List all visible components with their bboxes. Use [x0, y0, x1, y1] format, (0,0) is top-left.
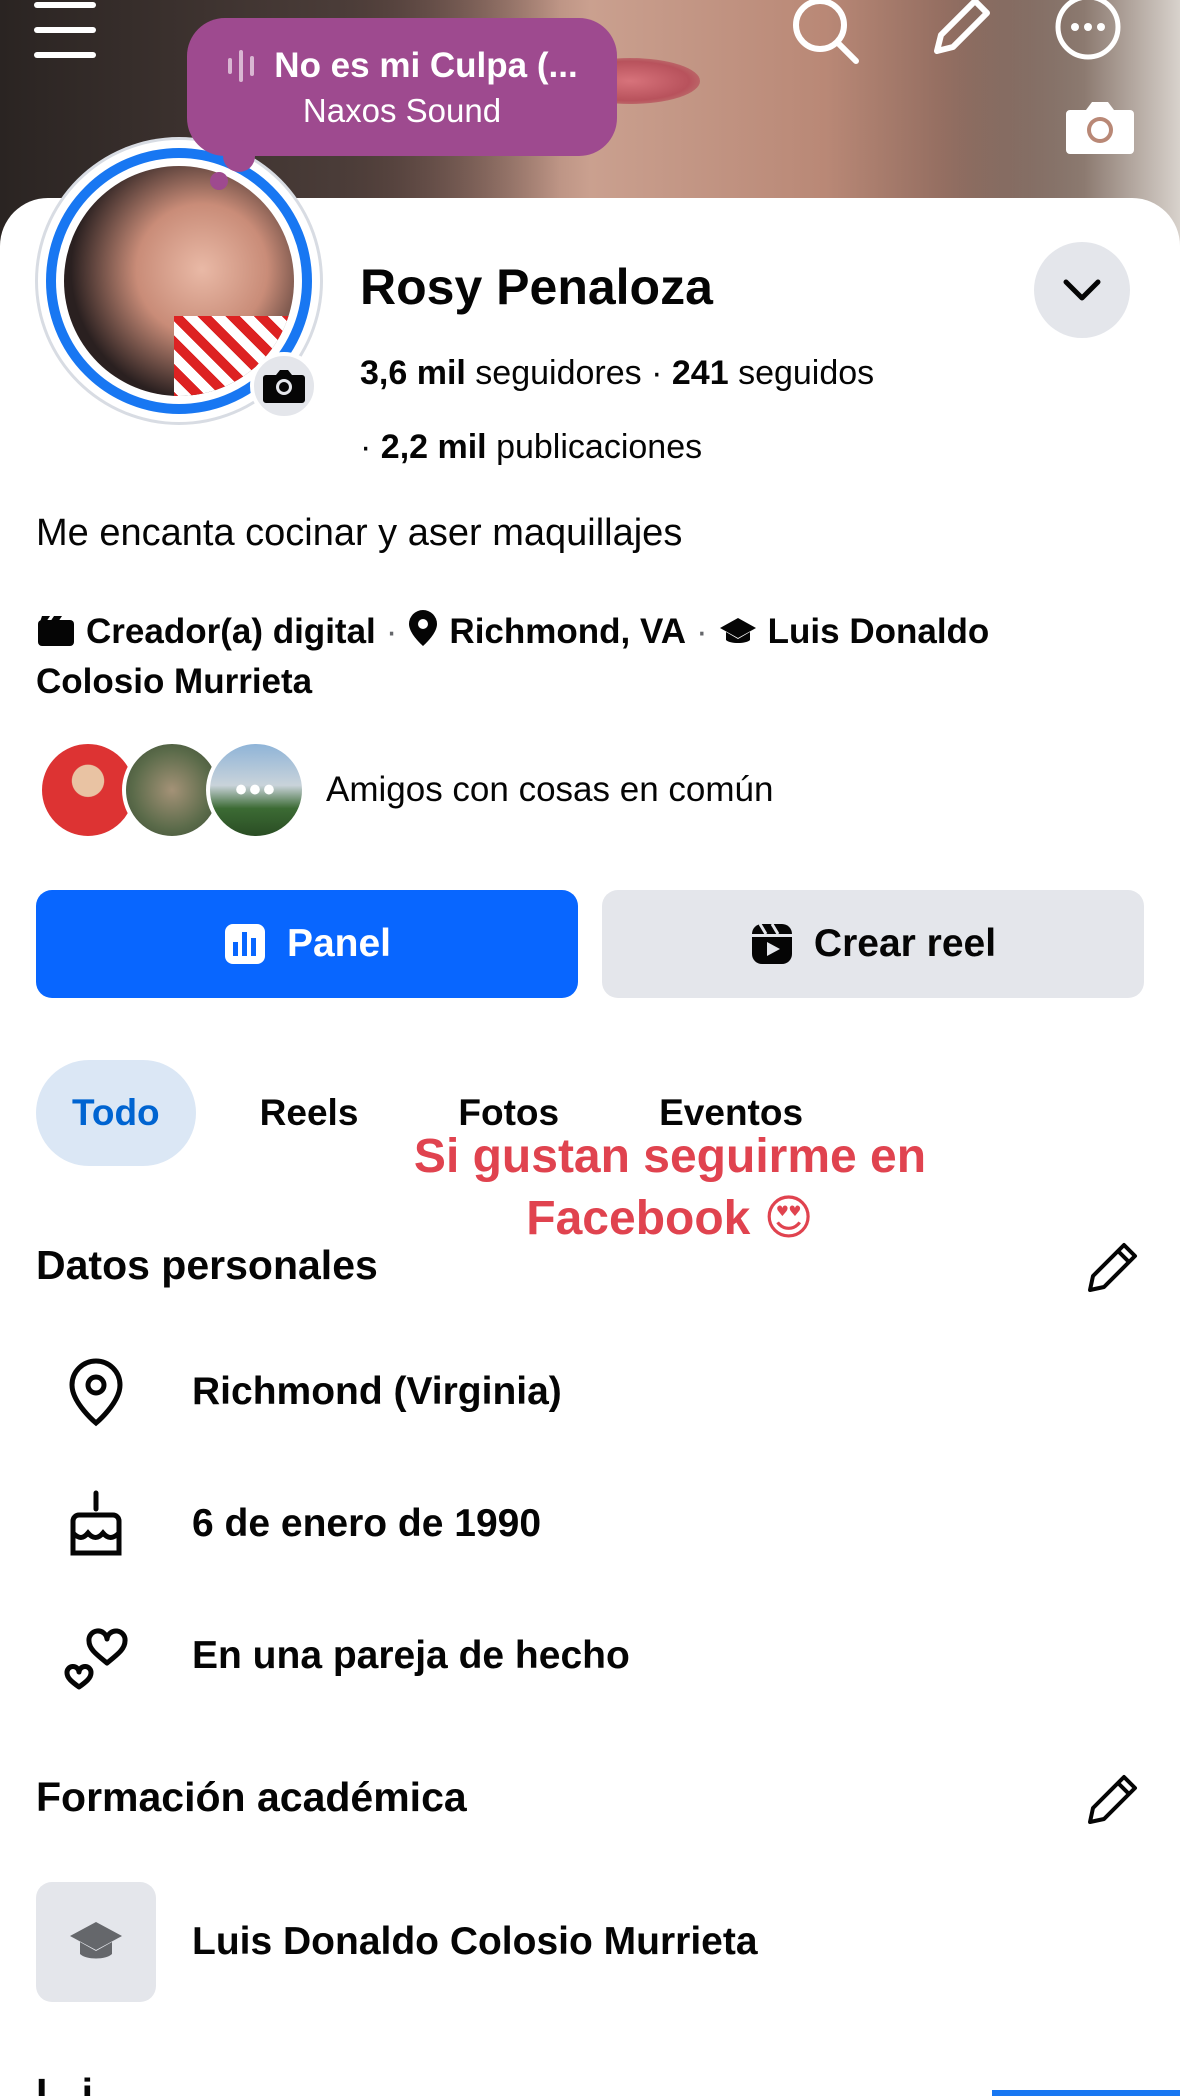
edit-personal-pencil-icon[interactable] [1082, 1238, 1142, 1298]
tab-todo[interactable]: Todo [36, 1060, 196, 1166]
more-options-icon[interactable] [1050, 0, 1126, 64]
next-section-title-partial: I...i... [36, 2070, 128, 2096]
reel-icon [751, 923, 792, 964]
music-bubble[interactable]: No es mi Culpa (... Naxos Sound [187, 18, 617, 172]
search-icon[interactable] [785, 0, 865, 66]
following-count: 241 [671, 354, 729, 392]
graduation-cap-icon [36, 1882, 156, 2002]
info-birthday: 6 de enero de 1990 [192, 1502, 542, 1545]
clapperboard-icon [36, 614, 76, 659]
create-reel-button[interactable]: Crear reel [602, 890, 1144, 998]
followers-label: seguidores [475, 354, 642, 392]
edit-icon[interactable] [920, 0, 1000, 64]
location-label: Richmond, VA [449, 612, 686, 651]
tab-reels[interactable]: Reels [224, 1060, 395, 1166]
school-label-line1: Luis Donaldo [767, 612, 990, 651]
location-pin-icon [36, 1357, 156, 1427]
following-label: seguidos [738, 354, 875, 392]
song-title: No es mi Culpa (... [274, 46, 578, 85]
category-label: Creador(a) digital [86, 612, 376, 651]
profile-details: Creador(a) digital · Richmond, VA · Luis Don… [36, 608, 1136, 704]
follow-stats[interactable]: 3,6 mil seguidores · 241 seguidos [360, 354, 874, 393]
info-location-row: Richmond (Virginia) [36, 1352, 1136, 1432]
personal-info-title: Datos personales [36, 1242, 378, 1288]
school-label-line2: Colosio Murrieta [36, 662, 313, 701]
avatar-camera-icon[interactable] [250, 352, 318, 420]
bar-chart-icon [224, 924, 265, 964]
location-pin-icon [407, 608, 439, 659]
create-reel-label: Crear reel [813, 922, 997, 965]
song-artist: Naxos Sound [302, 92, 502, 129]
panel-button-label: Panel [286, 922, 392, 965]
info-relationship: En una pareja de hecho [192, 1634, 630, 1677]
info-relationship-row: En una pareja de hecho [36, 1616, 1136, 1696]
education-row[interactable]: Luis Donaldo Colosio Murrieta [36, 1882, 1136, 2002]
birthday-cake-icon [36, 1489, 156, 1559]
info-location: Richmond (Virginia) [192, 1370, 562, 1413]
overlay-caption: Si gustan seguirme en Facebook 😍 [413, 1130, 927, 1245]
cover-camera-icon[interactable] [1062, 92, 1138, 162]
graduation-cap-icon [718, 614, 758, 659]
posts-stats: · 2,2 mil publicaciones [360, 428, 703, 466]
hearts-icon [36, 1621, 156, 1691]
friend-avatar-more[interactable]: ••• [206, 740, 306, 840]
profile-bio: Me encanta cocinar y aser maquillajes [36, 512, 683, 554]
posts-count: 2,2 mil [380, 428, 487, 466]
menu-icon[interactable] [30, 2, 100, 58]
mutual-friends[interactable]: ••• Amigos con cosas en común [38, 740, 773, 840]
friends-label: Amigos con cosas en común [326, 770, 774, 809]
music-indicator-dot [210, 172, 228, 190]
profile-dropdown-button[interactable] [1034, 242, 1130, 338]
posts-label: publicaciones [496, 428, 703, 466]
profile-name: Rosy Penaloza [360, 259, 713, 315]
audio-wave-icon [228, 50, 255, 82]
edit-education-pencil-icon[interactable] [1082, 1770, 1142, 1830]
bottom-indicator [992, 2090, 1180, 2096]
followers-count: 3,6 mil [360, 354, 466, 392]
chevron-down-icon [1063, 279, 1101, 301]
education-school: Luis Donaldo Colosio Murrieta [192, 1920, 758, 1963]
education-title: Formación académica [36, 1774, 467, 1820]
panel-button[interactable]: Panel [36, 890, 578, 998]
info-birthday-row: 6 de enero de 1990 [36, 1484, 1136, 1564]
